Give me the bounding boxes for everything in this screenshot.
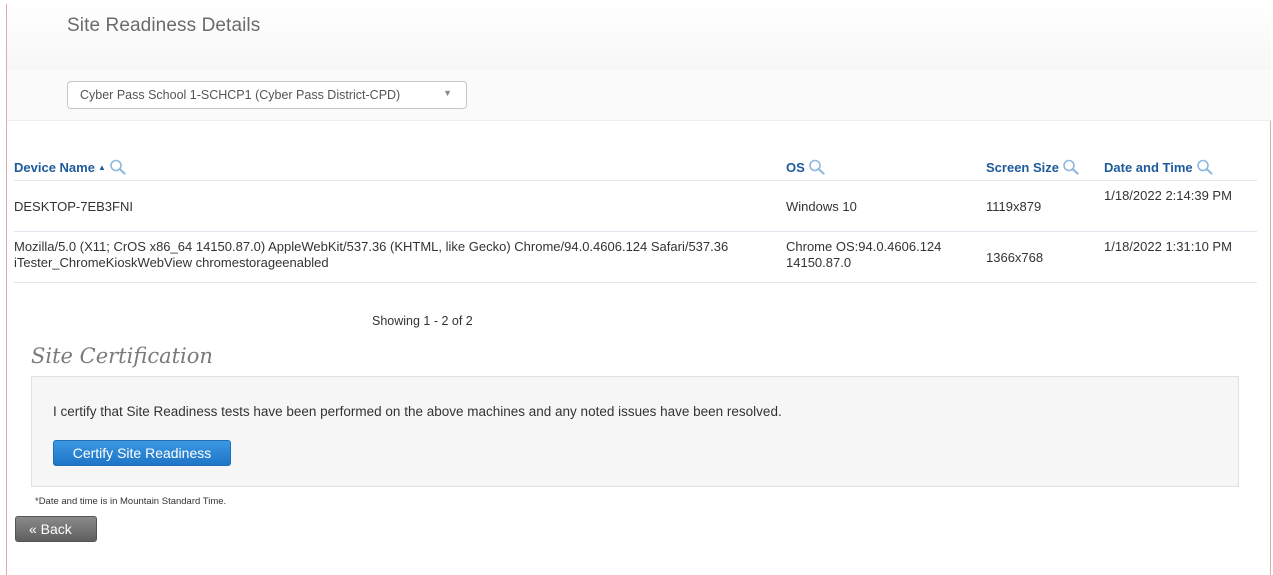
column-header-date-time[interactable]: Date and Time (1104, 159, 1214, 175)
certify-site-readiness-button[interactable]: Certify Site Readiness (53, 440, 231, 466)
os-cell: Windows 10 (786, 199, 857, 214)
pagination-summary: Showing 1 - 2 of 2 (372, 314, 473, 328)
search-icon[interactable] (808, 159, 826, 175)
chevron-down-icon: ▼ (443, 88, 452, 98)
search-icon[interactable] (1062, 159, 1080, 175)
table-row[interactable]: DESKTOP-7EB3FNI Windows 10 1119x879 1/18… (14, 181, 1257, 232)
page-title: Site Readiness Details (67, 15, 261, 36)
table-row[interactable]: Mozilla/5.0 (X11; CrOS x86_64 14150.87.0… (14, 232, 1257, 283)
school-select-value: Cyber Pass School 1-SCHCP1 (Cyber Pass D… (80, 88, 401, 102)
sort-ascending-icon: ▲ (97, 162, 106, 172)
date-time-cell: 1/18/2022 2:14:39 PM (1104, 188, 1232, 203)
column-header-screen-size[interactable]: Screen Size (986, 159, 1080, 175)
screen-size-cell: 1366x768 (986, 250, 1044, 265)
timezone-footnote: *Date and time is in Mountain Standard T… (35, 496, 227, 507)
certification-title: Site Certification (31, 344, 213, 368)
device-name-cell: DESKTOP-7EB3FNI (14, 199, 133, 214)
search-icon[interactable] (109, 159, 127, 175)
school-select[interactable]: Cyber Pass School 1-SCHCP1 (Cyber Pass D… (67, 81, 467, 109)
search-icon[interactable] (1196, 159, 1214, 175)
certification-statement: I certify that Site Readiness tests have… (53, 404, 782, 419)
back-button[interactable]: « Back (15, 516, 97, 542)
screen-size-cell: 1119x879 (986, 199, 1042, 214)
os-cell: Chrome OS:94.0.4606.124 14150.87.0 (786, 239, 942, 270)
device-name-cell: Mozilla/5.0 (X11; CrOS x86_64 14150.87.0… (14, 239, 729, 270)
table-header: Device Name ▲ OS Screen Size Date and Ti… (14, 150, 1257, 181)
column-header-device-name[interactable]: Device Name ▲ (14, 159, 127, 175)
certification-panel: I certify that Site Readiness tests have… (31, 376, 1239, 487)
column-header-os[interactable]: OS (786, 159, 826, 175)
date-time-cell: 1/18/2022 1:31:10 PM (1104, 239, 1232, 254)
